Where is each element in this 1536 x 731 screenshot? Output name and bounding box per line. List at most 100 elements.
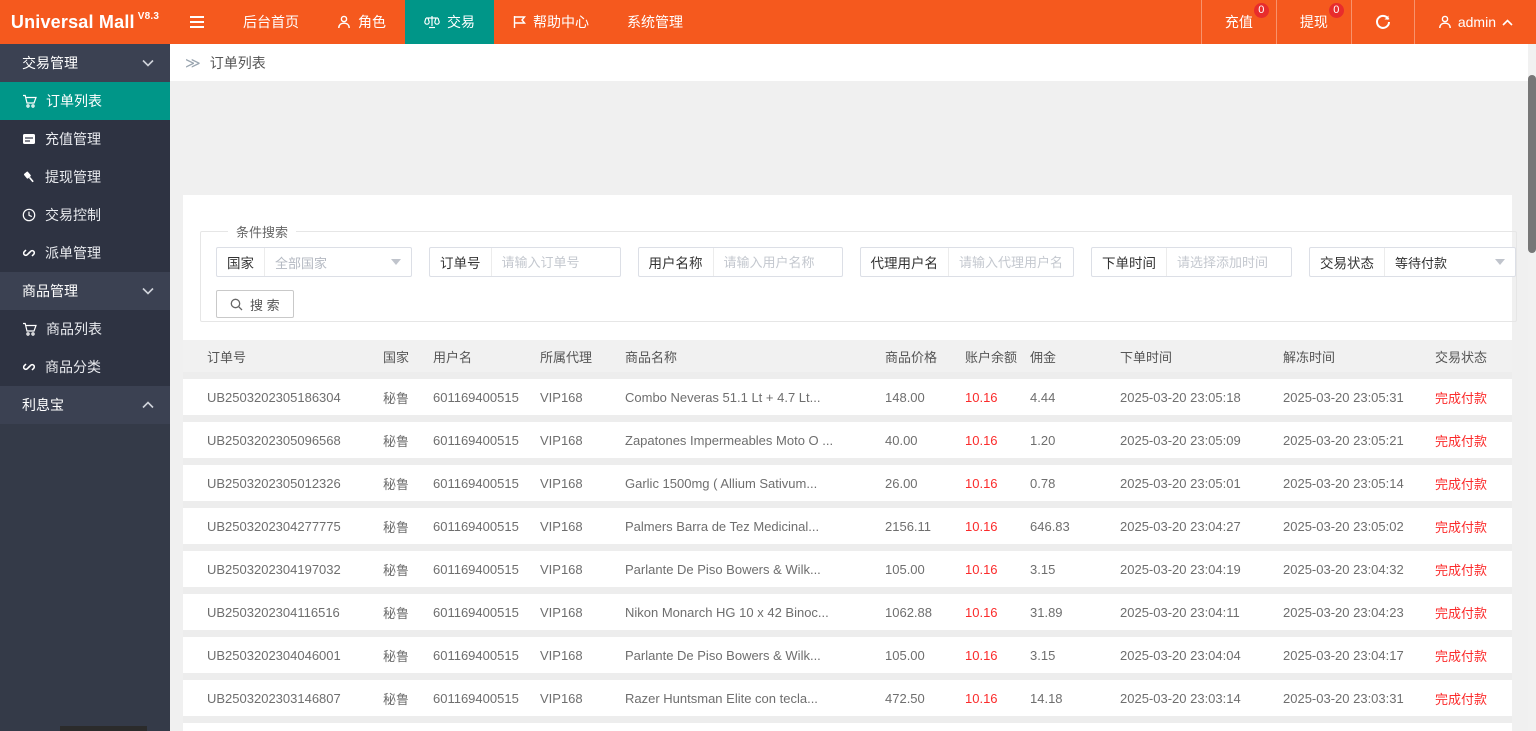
cell-price: 26.00 xyxy=(885,475,918,491)
nav-item-dashboard[interactable]: 后台首页 xyxy=(224,0,318,44)
cell-order-time: 2025-03-20 23:05:18 xyxy=(1120,389,1241,405)
sidebar-item-order-list[interactable]: 订单列表 xyxy=(0,82,170,120)
column-header-agent: 所属代理 xyxy=(540,349,593,365)
breadcrumb: ≫ 订单列表 xyxy=(170,44,1528,81)
user-name-input[interactable] xyxy=(713,249,842,275)
table-row: UB2503202305096568 秘鲁 601169400515 VIP168 Za… xyxy=(183,422,1512,458)
cell-agent: VIP168 xyxy=(540,604,583,620)
agent-name-input[interactable] xyxy=(949,249,1073,275)
search-button[interactable]: 搜 索 xyxy=(216,290,294,318)
cell-price: 1062.88 xyxy=(885,604,932,620)
brand-name: Universal Mall xyxy=(10,11,135,32)
user-name-field-group: 用户名称 xyxy=(637,247,843,277)
cart-icon xyxy=(22,322,37,336)
vertical-scrollbar-track[interactable] xyxy=(1528,44,1536,731)
sidebar-item-label: 交易控制 xyxy=(45,207,101,223)
column-header-trade-status: 交易状态 xyxy=(1435,349,1488,365)
cell-price: 472.50 xyxy=(885,690,925,706)
hamburger-icon xyxy=(189,15,205,29)
sidebar-group-interest-treasure[interactable]: 利息宝 xyxy=(0,386,170,424)
cell-balance: 10.16 xyxy=(965,561,998,577)
withdraw-badge: 0 xyxy=(1328,3,1344,18)
brand-version: V8.3 xyxy=(137,10,160,22)
sidebar-group-product-management[interactable]: 商品管理 xyxy=(0,272,170,310)
content-card: 条件搜索 国家 全部国家 订单号 用户名称 xyxy=(183,195,1517,731)
column-header-order-no: 订单号 xyxy=(207,349,247,365)
sidebar-item-product-category[interactable]: 商品分类 xyxy=(0,348,170,386)
cell-country: 秘鲁 xyxy=(383,648,410,664)
refresh-icon xyxy=(1375,14,1391,30)
sidebar-item-withdraw-management[interactable]: 提现管理 xyxy=(0,158,170,196)
breadcrumb-chevrons-icon: ≫ xyxy=(185,54,201,72)
order-time-input[interactable] xyxy=(1167,249,1291,275)
column-header-username: 用户名 xyxy=(433,349,473,365)
withdraw-label: 提现 xyxy=(1299,14,1328,30)
cell-commission: 1.20 xyxy=(1030,432,1056,448)
sidebar-item-recharge-management[interactable]: 充值管理 xyxy=(0,120,170,158)
withdraw-button[interactable]: 提现 0 xyxy=(1275,0,1351,44)
cell-username: 601169400515 xyxy=(433,475,519,491)
cell-order-time: 2025-03-20 23:04:27 xyxy=(1120,518,1241,534)
cell-agent: VIP168 xyxy=(540,561,583,577)
horizontal-scrollbar-thumb[interactable] xyxy=(60,726,147,731)
user-menu[interactable]: admin xyxy=(1413,0,1536,44)
gavel-icon xyxy=(22,170,36,184)
country-label: 国家 xyxy=(217,248,265,276)
sidebar-group-trade-management[interactable]: 交易管理 xyxy=(0,44,170,82)
sidebar-item-product-list[interactable]: 商品列表 xyxy=(0,310,170,348)
cell-order-time: 2025-03-20 23:05:01 xyxy=(1120,475,1241,491)
nav-label: 角色 xyxy=(358,14,386,30)
cell-username: 601169400515 xyxy=(433,389,519,405)
orders-table-header: 订单号 国家 用户名 所属代理 商品名称 商品价格 账户余额 佣金 下单时间 解冻时间 交易状态 xyxy=(183,340,1512,372)
cell-agent: VIP168 xyxy=(540,475,583,491)
cell-order-no: UB2503202305096568 xyxy=(207,432,341,448)
recharge-button[interactable]: 充值 0 xyxy=(1200,0,1276,44)
cell-balance: 10.16 xyxy=(965,475,998,491)
nav-item-help-center[interactable]: 帮助中心 xyxy=(494,0,608,44)
cell-order-time: 2025-03-20 23:04:11 xyxy=(1120,604,1240,620)
cell-product-name: Razer Huntsman Elite con tecla... xyxy=(625,690,818,706)
nav-item-system-admin[interactable]: 系统管理 xyxy=(608,0,702,44)
cell-order-no: UB2503202304197032 xyxy=(207,561,341,577)
cell-country: 秘鲁 xyxy=(383,433,410,449)
sidebar-group-label: 交易管理 xyxy=(22,55,78,71)
scales-icon xyxy=(424,15,440,29)
row-separator xyxy=(183,630,1512,637)
cell-trade-status: 完成付款 xyxy=(1435,433,1488,449)
refresh-button[interactable] xyxy=(1350,0,1414,44)
cell-product-name: Palmers Barra de Tez Medicinal... xyxy=(625,518,820,534)
sidebar-item-label: 充值管理 xyxy=(45,131,101,147)
sidebar-item-trade-control[interactable]: 交易控制 xyxy=(0,196,170,234)
order-no-input[interactable] xyxy=(491,249,620,275)
cell-country: 秘鲁 xyxy=(383,691,410,707)
cell-balance: 10.16 xyxy=(965,604,998,620)
main-content: ≫ 订单列表 条件搜索 国家 全部国家 订单号 用户名称 xyxy=(170,44,1528,731)
clock-icon xyxy=(22,208,36,222)
table-row: UB2503202304116516 秘鲁 601169400515 VIP168 Ni… xyxy=(183,594,1512,630)
cell-agent: VIP168 xyxy=(540,389,583,405)
user-name-label: 用户名称 xyxy=(639,248,714,276)
brand-logo: Universal Mall V8.3 xyxy=(0,0,170,44)
country-select[interactable]: 全部国家 xyxy=(265,248,411,276)
cell-product-name: Parlante De Piso Bowers & Wilk... xyxy=(625,561,821,577)
sidebar-item-dispatch-management[interactable]: 派单管理 xyxy=(0,234,170,272)
trade-status-select[interactable]: 等待付款 xyxy=(1385,248,1515,276)
topbar-actions: 充值 0 提现 0 admin xyxy=(1200,0,1536,44)
cell-username: 601169400515 xyxy=(433,518,519,534)
cell-country: 秘鲁 xyxy=(383,476,410,492)
cell-commission: 3.15 xyxy=(1030,647,1056,663)
menu-toggle-button[interactable] xyxy=(170,0,224,44)
cell-product-name: Zapatones Impermeables Moto O ... xyxy=(625,432,834,448)
orders-table: 订单号 国家 用户名 所属代理 商品名称 商品价格 账户余额 佣金 下单时间 解冻时间 交易状态 U… xyxy=(183,340,1512,731)
vertical-scrollbar-thumb[interactable] xyxy=(1528,75,1536,253)
cell-username: 601169400515 xyxy=(433,647,519,663)
row-separator xyxy=(183,587,1512,594)
chevron-up-icon xyxy=(142,401,154,409)
chevron-down-icon xyxy=(142,59,154,67)
cell-unfreeze-time: 2025-03-20 23:05:21 xyxy=(1283,432,1404,448)
cell-price: 2156.11 xyxy=(885,518,932,534)
nav-item-roles[interactable]: 角色 xyxy=(318,0,405,44)
search-panel-legend: 条件搜索 xyxy=(236,225,289,240)
cell-balance: 10.16 xyxy=(965,432,998,448)
nav-item-trade[interactable]: 交易 xyxy=(405,0,494,44)
